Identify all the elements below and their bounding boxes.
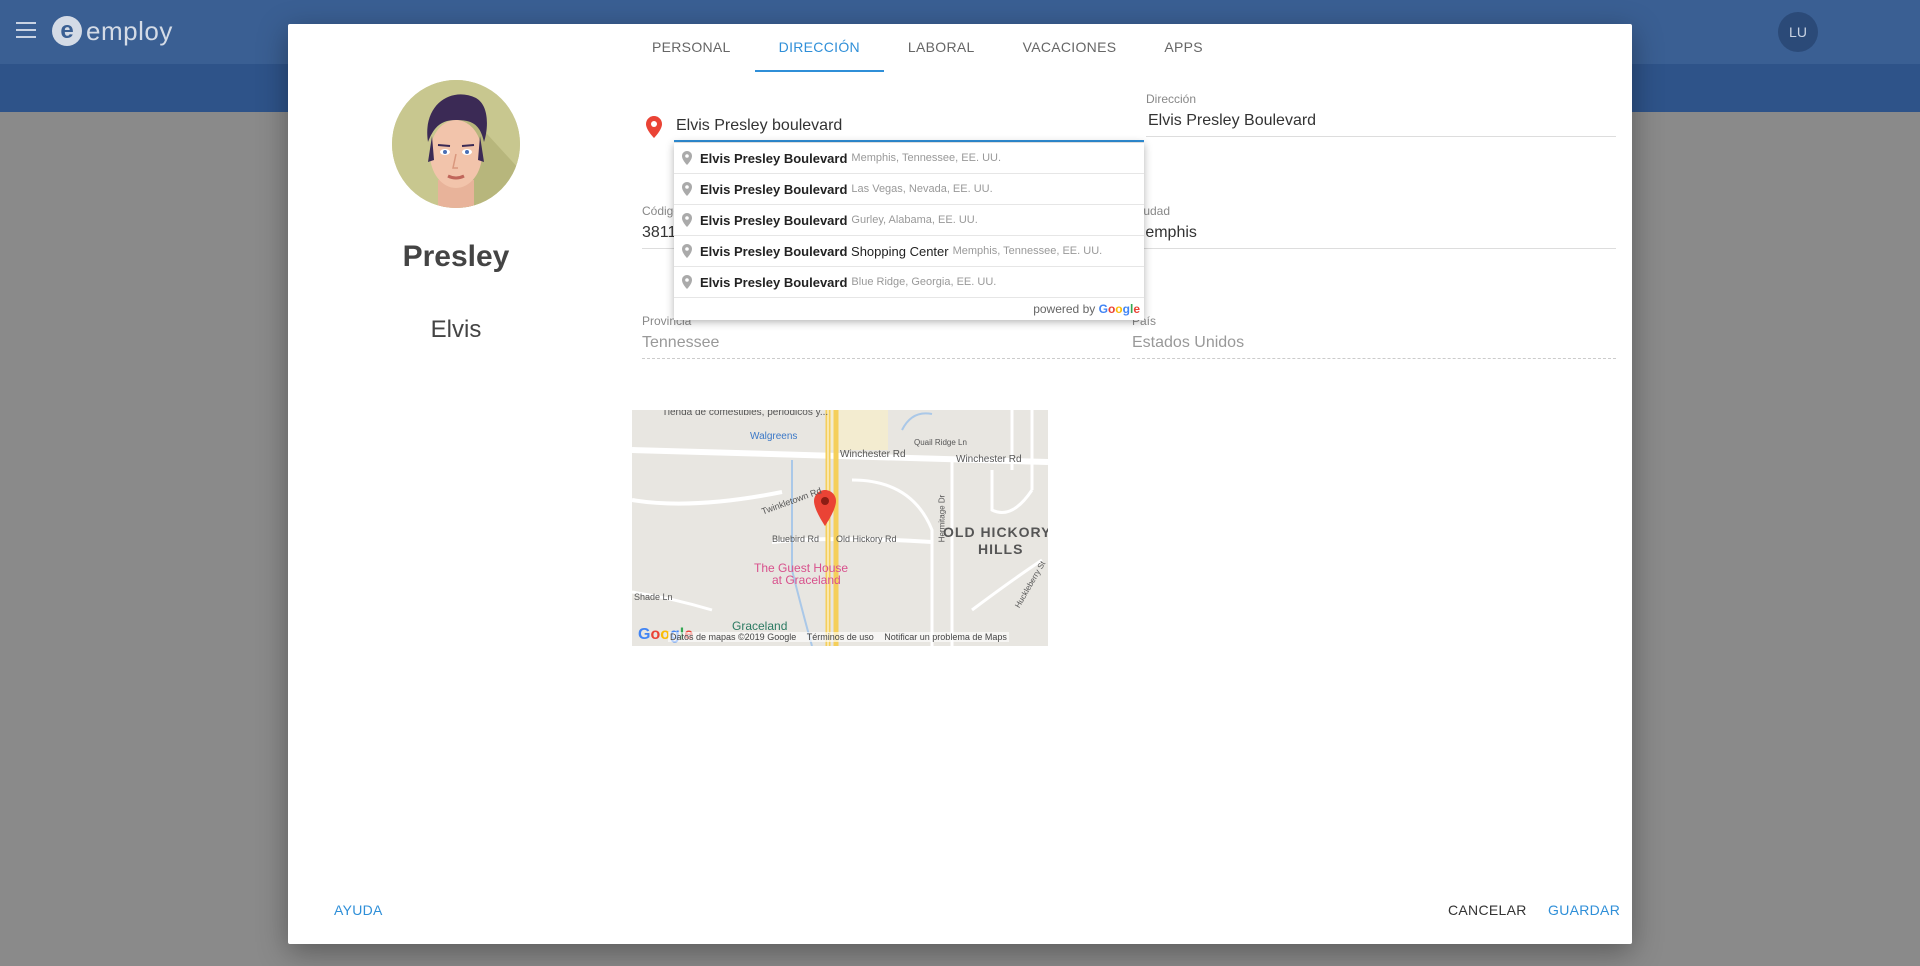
suggestion-secondary: Las Vegas, Nevada, EE. UU. [851,183,993,195]
suggestion-secondary: Gurley, Alabama, EE. UU. [851,214,978,226]
location-pin-icon [646,116,662,138]
suggestion-match: Elvis Presley Boulevard [700,212,848,228]
suggestion-secondary: Memphis, Tennessee, EE. UU. [851,152,1002,164]
map-pin-icon [682,275,692,289]
map-data-credit: Datos de mapas ©2019 Google [670,632,797,642]
suggestion-match: Elvis Presley Boulevard [700,150,848,166]
google-logo: Google [1098,302,1140,316]
map-label-guest-house-2: at Graceland [772,573,841,587]
tab-personal[interactable]: PERSONAL [628,24,755,72]
user-avatar[interactable]: LU [1778,12,1818,52]
address-search-input[interactable] [674,112,1144,142]
suggestion-item[interactable]: Elvis Presley Boulevard Memphis, Tenness… [674,143,1144,174]
map-label-shade: Shade Ln [634,592,673,602]
suggestion-match: Elvis Presley Boulevard [700,181,848,197]
map-label-old-hickory-rd: Old Hickory Rd [836,534,897,544]
suggestion-item[interactable]: Elvis Presley Boulevard Gurley, Alabama,… [674,205,1144,236]
ciudad-label: Ciudad [1132,204,1171,218]
pais-value: Estados Unidos [1132,334,1616,359]
tab-direccion[interactable]: DIRECCIÓN [754,24,884,72]
map-label-quail: Quail Ridge Ln [914,438,967,447]
location-map[interactable]: Tienda de comestibles, periódicos y... W… [632,410,1048,646]
tab-apps[interactable]: APPS [1140,24,1227,72]
map-label-winchester-2: Winchester Rd [956,454,1022,465]
menu-icon[interactable] [16,22,36,38]
help-button[interactable]: AYUDA [334,902,383,918]
map-pin-icon [682,182,692,196]
avatar-illustration [392,80,520,208]
suggestion-item[interactable]: Elvis Presley Boulevard Shopping Center … [674,236,1144,267]
logo-mark: e [52,16,82,46]
ciudad-value[interactable]: Memphis [1132,224,1616,249]
logo-text: employ [86,15,173,46]
suggestion-secondary: Blue Ridge, Georgia, EE. UU. [851,276,997,288]
cancel-button[interactable]: CANCELAR [1448,902,1527,918]
ciudad-field[interactable]: Ciudad Memphis [1132,204,1616,249]
powered-by-google: powered by Google [674,298,1144,320]
suggestion-rest: Shopping Center [847,243,949,259]
section-tabs: PERSONAL DIRECCIÓN LABORAL VACACIONES AP… [628,24,1227,72]
provincia-field: Provincia Tennessee [642,314,1120,359]
powered-by-text: powered by [1033,302,1096,316]
map-label-bluebird: Bluebird Rd [772,534,820,544]
tab-laboral[interactable]: LABORAL [884,24,999,72]
provincia-value: Tennessee [642,334,1120,359]
direccion-value[interactable]: Elvis Presley Boulevard [1146,112,1616,137]
map-pin-icon [682,244,692,258]
employee-avatar [392,80,520,208]
suggestion-item[interactable]: Elvis Presley Boulevard Las Vegas, Nevad… [674,174,1144,205]
map-label-winchester-1: Winchester Rd [840,449,906,460]
map-label-graceland: Graceland [732,619,788,633]
map-label-old-hickory: OLD HICKORY [943,524,1048,540]
map-pin-icon [682,151,692,165]
direccion-label: Dirección [1146,92,1197,106]
suggestion-secondary: Memphis, Tennessee, EE. UU. [952,245,1103,257]
tab-vacaciones[interactable]: VACACIONES [999,24,1141,72]
suggestion-match: Elvis Presley Boulevard [700,274,848,290]
app-logo[interactable]: e employ [52,14,173,48]
map-label-hills: HILLS [978,541,1024,557]
edit-employee-dialog: Presley Elvis PERSONAL DIRECCIÓN LABORAL… [288,24,1632,944]
map-label-walgreens: Walgreens [750,431,798,442]
map-terms-link[interactable]: Términos de uso [807,632,874,642]
pais-label: País [1132,314,1157,328]
map-label-store: Tienda de comestibles, periódicos y... [662,410,829,418]
map-footer: Datos de mapas ©2019 Google Términos de … [668,632,1009,642]
save-button[interactable]: GUARDAR [1548,902,1620,918]
map-report-link[interactable]: Notificar un problema de Maps [884,632,1007,642]
suggestion-item[interactable]: Elvis Presley Boulevard Blue Ridge, Geor… [674,267,1144,298]
suggestion-match: Elvis Presley Boulevard [700,243,848,259]
autocomplete-dropdown: Elvis Presley Boulevard Memphis, Tenness… [674,142,1144,320]
employee-last-name: Presley [402,240,510,273]
map-pin-icon [682,213,692,227]
pais-field: País Estados Unidos [1132,314,1616,359]
employee-first-name: Elvis [430,316,482,343]
direccion-field[interactable]: Dirección Elvis Presley Boulevard [1146,92,1616,137]
